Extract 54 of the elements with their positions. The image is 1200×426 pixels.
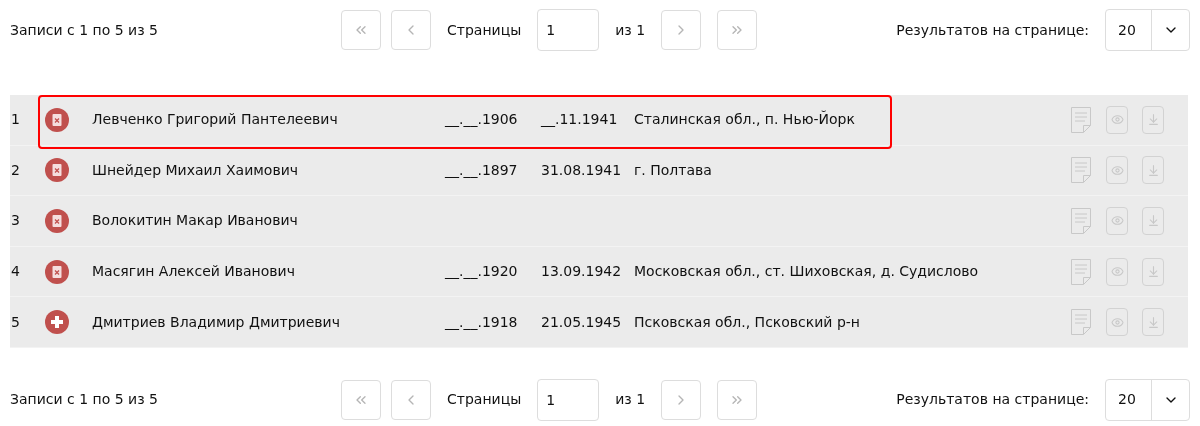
birth-date: __.__.1918 bbox=[445, 313, 518, 330]
download-icon[interactable] bbox=[1142, 257, 1164, 286]
page-input[interactable]: 1 bbox=[537, 378, 600, 421]
document-icon[interactable] bbox=[1070, 156, 1092, 185]
view-icon[interactable] bbox=[1106, 156, 1128, 185]
document-icon[interactable] bbox=[1070, 105, 1092, 134]
death-date: 21.05.1945 bbox=[541, 313, 622, 330]
place: Московская обл., ст. Шиховская, д. Судислово bbox=[634, 263, 979, 280]
row-number: 1 bbox=[10, 110, 21, 130]
per-page-select[interactable]: 20 bbox=[1105, 378, 1190, 421]
records-summary: Записи с 1 по 5 из 5 bbox=[10, 390, 159, 410]
person-name: Левченко Григорий Пантелеевич bbox=[92, 110, 339, 130]
page-count: из 1 bbox=[615, 20, 646, 40]
records-summary: Записи с 1 по 5 из 5 bbox=[10, 20, 159, 40]
person-name: Шнейдер Михаил Хаимович bbox=[92, 160, 300, 180]
view-icon[interactable] bbox=[1106, 207, 1128, 235]
row-number: 2 bbox=[10, 160, 21, 180]
document-icon[interactable] bbox=[1070, 207, 1092, 235]
download-icon[interactable] bbox=[1142, 207, 1164, 235]
document-status-icon bbox=[45, 158, 69, 183]
download-icon[interactable] bbox=[1142, 105, 1164, 134]
per-page-label: Результатов на странице: bbox=[896, 20, 1089, 40]
page-count: из 1 bbox=[615, 390, 646, 410]
pages-label: Страницы bbox=[447, 20, 522, 40]
place: г. Полтава bbox=[634, 161, 712, 178]
place: Псковская обл., Псковский р-н bbox=[634, 313, 860, 330]
view-icon[interactable] bbox=[1106, 105, 1128, 134]
birth-date: __.__.1906 bbox=[445, 111, 518, 128]
document-icon[interactable] bbox=[1070, 257, 1092, 286]
page-input[interactable]: 1 bbox=[537, 9, 600, 51]
row-number: 3 bbox=[10, 211, 21, 231]
person-name: Масягин Алексей Иванович bbox=[92, 262, 296, 282]
document-status-icon bbox=[45, 259, 69, 284]
death-date: 31.08.1941 bbox=[541, 161, 622, 178]
birth-date: __.__.1920 bbox=[445, 263, 518, 280]
pages-label: Страницы bbox=[447, 390, 522, 410]
row-number: 5 bbox=[10, 312, 21, 332]
per-page-select[interactable]: 20 bbox=[1105, 9, 1190, 51]
person-name: Дмитриев Владимир Дмитриевич bbox=[92, 312, 341, 332]
document-status-icon bbox=[45, 209, 69, 233]
view-icon[interactable] bbox=[1106, 308, 1128, 337]
cross-status-icon bbox=[45, 310, 69, 335]
download-icon[interactable] bbox=[1142, 308, 1164, 337]
per-page-label: Результатов на странице: bbox=[896, 390, 1089, 410]
view-icon[interactable] bbox=[1106, 257, 1128, 286]
download-icon[interactable] bbox=[1142, 156, 1164, 185]
row-number: 4 bbox=[10, 262, 21, 282]
document-icon[interactable] bbox=[1070, 308, 1092, 337]
birth-date: __.__.1897 bbox=[445, 161, 518, 178]
person-name: Волокитин Макар Иванович bbox=[92, 211, 299, 231]
death-date: 13.09.1942 bbox=[541, 263, 622, 280]
death-date: __.11.1941 bbox=[541, 111, 618, 128]
document-status-icon bbox=[45, 107, 69, 132]
place: Сталинская обл., п. Нью-Йорк bbox=[634, 111, 855, 128]
